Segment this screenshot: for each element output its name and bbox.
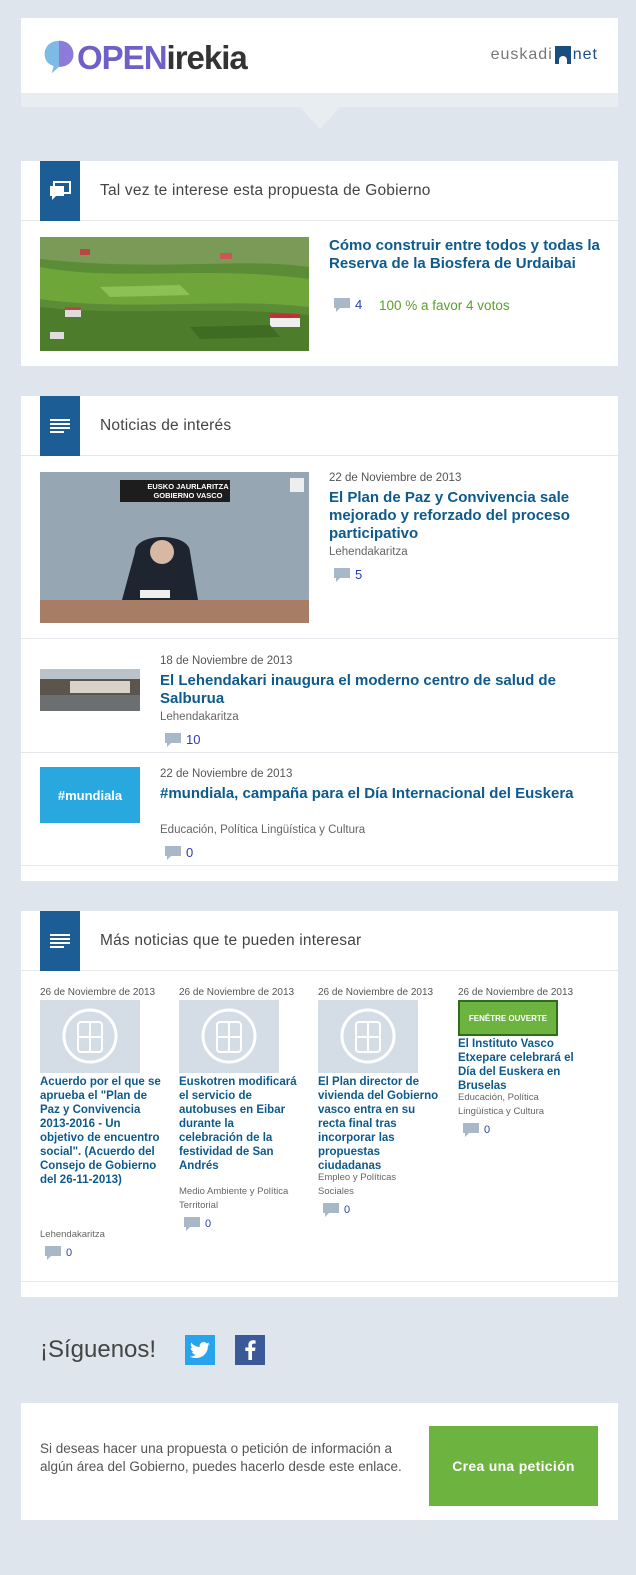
more-news-icon (40, 911, 80, 971)
more-news-title-link[interactable]: El Plan director de vivienda del Gobiern… (318, 1075, 442, 1173)
lines-icon (50, 934, 70, 948)
news-icon (40, 396, 80, 456)
divider (21, 638, 618, 639)
comment-icon (334, 297, 350, 312)
urdaibai-landscape-image[interactable] (40, 237, 309, 351)
proposal-section-header: Tal vez te interese esta propuesta de Go… (21, 161, 618, 221)
mundiala-thumb-text: #mundiala (57, 787, 123, 803)
comment-icon (165, 732, 181, 747)
logo-irekia-text: irekia (166, 38, 248, 76)
footer-text: Si deseas hacer una propuesta o petición… (40, 1441, 402, 1474)
news-category[interactable]: Lehendakaritza (329, 546, 408, 558)
news-comments[interactable]: 0 (165, 845, 193, 860)
divider (21, 865, 618, 866)
more-news-section: Más noticias que te pueden interesar 26 … (21, 911, 618, 1297)
coat-of-arms-image[interactable] (179, 1000, 279, 1073)
proposal-title-link[interactable]: Cómo construir entre todos y todas la Re… (329, 237, 604, 273)
divider (21, 1281, 618, 1282)
more-news-title-link[interactable]: Euskotren modificará el servicio de auto… (179, 1075, 301, 1173)
comment-icon (323, 1203, 339, 1217)
more-news-date: 26 de Noviembre de 2013 (458, 987, 574, 998)
more-news-comment-count: 0 (344, 1204, 351, 1216)
follow-label: ¡Síguenos! (40, 1336, 157, 1363)
news-date: 22 de Noviembre de 2013 (160, 768, 293, 780)
create-petition-button[interactable]: Crea una petición (429, 1426, 598, 1506)
more-news-category[interactable]: Educación, Política Lingüística y Cultur… (458, 1091, 568, 1119)
proposal-comments[interactable]: 4 (334, 297, 362, 312)
news-category[interactable]: Educación, Política Lingüística y Cultur… (160, 824, 365, 836)
news-comments[interactable]: 5 (334, 567, 362, 582)
openirekia-logo[interactable]: OPENirekia (41, 36, 248, 78)
more-news-comments[interactable]: 0 (463, 1123, 490, 1137)
proposal-comment-count: 4 (355, 297, 363, 312)
news-section-header: Noticias de interés (21, 396, 618, 456)
sign-line2: GOBIERNO VASCO (153, 491, 223, 500)
news-category[interactable]: Lehendakaritza (160, 711, 239, 723)
more-news-category[interactable]: Empleo y Políticas Sociales (318, 1171, 418, 1199)
euskadi-mark-icon (554, 46, 571, 64)
logo-open-text: OPEN (77, 38, 168, 76)
news-comments[interactable]: 10 (165, 732, 200, 747)
facebook-button[interactable] (235, 1335, 265, 1365)
news-title-link[interactable]: El Lehendakari inaugura el moderno centr… (160, 672, 600, 708)
facebook-icon (245, 1340, 256, 1360)
header-notch (300, 107, 340, 129)
proposal-votes: 100 % a favor 4 votos (379, 298, 510, 313)
partner-pre-text: euskadi (490, 46, 553, 63)
more-news-title-link[interactable]: El Instituto Vasco Etxepare celebrará el… (458, 1037, 582, 1093)
more-news-category[interactable]: Lehendakaritza (40, 1228, 160, 1242)
proposal-icon (40, 161, 80, 221)
fenetre-ouverte-image[interactable]: FENÊTRE OUVERTE (458, 1000, 558, 1036)
more-news-date: 26 de Noviembre de 2013 (179, 987, 295, 998)
more-news-section-header: Más noticias que te pueden interesar (21, 911, 618, 971)
sign-text: EUSKO JAURLARITZA GOBIERNO VASCO (146, 482, 230, 500)
comment-icon (463, 1123, 479, 1137)
mundiala-image[interactable]: #mundiala (40, 767, 140, 823)
comment-icon (184, 1217, 200, 1231)
news-date: 18 de Noviembre de 2013 (160, 655, 293, 667)
coat-of-arms-image[interactable] (40, 1000, 140, 1073)
health-center-image[interactable] (40, 669, 140, 711)
more-news-comments[interactable]: 0 (323, 1203, 350, 1217)
header-band (21, 93, 618, 107)
news-date: 22 de Noviembre de 2013 (329, 472, 462, 484)
news-title-link[interactable]: #mundiala, campaña para el Día Internaci… (160, 785, 600, 803)
comment-icon (45, 1246, 61, 1260)
twitter-icon (190, 1342, 210, 1358)
divider (21, 752, 618, 753)
header: OPENirekia euskadi net (21, 18, 618, 93)
comment-icon (165, 845, 181, 860)
news-comment-count: 10 (186, 732, 201, 747)
sign-line1: EUSKO JAURLARITZA (147, 482, 229, 491)
twitter-button[interactable] (185, 1335, 215, 1365)
news-section-title: Noticias de interés (100, 417, 232, 434)
proposal-section: Tal vez te interese esta propuesta de Go… (21, 161, 618, 366)
more-news-comments[interactable]: 0 (45, 1246, 72, 1260)
lines-icon (50, 419, 70, 433)
proposal-section-title: Tal vez te interese esta propuesta de Go… (100, 182, 431, 199)
more-news-title-link[interactable]: Acuerdo por el que se aprueba el "Plan d… (40, 1075, 162, 1187)
euskadi-net-logo[interactable]: euskadi net (491, 46, 598, 64)
news-title-link[interactable]: El Plan de Paz y Convivencia sale mejora… (329, 489, 604, 543)
more-news-date: 26 de Noviembre de 2013 (40, 987, 156, 998)
newsletter-page: OPENirekia euskadi net Tal vez te intere… (0, 0, 636, 1575)
more-news-comments[interactable]: 0 (184, 1217, 211, 1231)
footer: Si deseas hacer una propuesta o petición… (21, 1403, 618, 1520)
speech-bubble-icon (44, 40, 74, 74)
partner-post-text: net (572, 46, 598, 63)
more-news-comment-count: 0 (66, 1247, 73, 1259)
more-news-section-title: Más noticias que te pueden interesar (100, 932, 362, 949)
news-comment-count: 0 (186, 845, 194, 860)
more-news-date: 26 de Noviembre de 2013 (318, 987, 434, 998)
coat-of-arms-image[interactable] (318, 1000, 418, 1073)
fenetre-thumb-text: FENÊTRE OUVERTE (468, 1013, 548, 1023)
more-news-category[interactable]: Medio Ambiente y Política Territorial (179, 1185, 304, 1213)
press-conference-image[interactable]: EUSKO JAURLARITZA GOBIERNO VASCO (40, 472, 309, 623)
news-section: Noticias de interés EUSKO JAURLARITZA GO… (21, 396, 618, 881)
more-news-comment-count: 0 (205, 1218, 212, 1230)
news-comment-count: 5 (355, 567, 363, 582)
chat-bubbles-icon (50, 181, 71, 200)
comment-icon (334, 567, 350, 582)
more-news-comment-count: 0 (484, 1124, 491, 1136)
